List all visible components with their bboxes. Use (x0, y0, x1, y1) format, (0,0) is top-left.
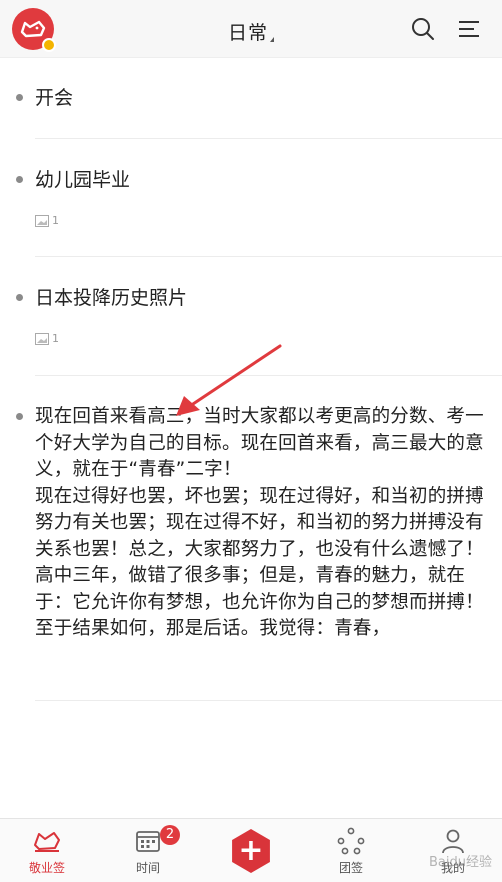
note-item[interactable]: 开会 (0, 58, 502, 139)
note-title: 开会 (35, 87, 74, 109)
nav-item-notes[interactable]: 敬业签 (12, 827, 82, 876)
attachment-indicator: 1 (35, 332, 59, 345)
note-paragraph: 高中三年，做错了很多事；但是，青春的魅力，就在于：它允许你有梦想，也允许你为自己… (35, 565, 484, 639)
menu-icon[interactable] (456, 16, 482, 42)
team-icon (337, 827, 365, 855)
note-bullet (16, 413, 23, 420)
annotation-arrow (176, 344, 282, 416)
note-item[interactable]: 幼儿园毕业 1 (0, 139, 502, 257)
caret-down-icon (270, 37, 274, 42)
note-bullet (16, 94, 23, 101)
attachment-indicator: 1 (35, 214, 59, 227)
page-title[interactable]: 日常 (228, 22, 268, 44)
note-bullet (16, 176, 23, 183)
watermark: Baidu经验 (429, 855, 492, 870)
divider (35, 700, 502, 701)
image-icon (35, 214, 49, 227)
nav-label: 团签 (338, 861, 363, 875)
note-title: 幼儿园毕业 (35, 169, 131, 191)
nav-label: 敬业签 (28, 861, 65, 875)
search-icon[interactable] (410, 16, 436, 42)
note-body: 现在回首来看高三，当时大家都以考更高的分数、考一个好大学为自己的目标。现在回首来… (35, 404, 485, 643)
bottom-nav: 敬业签 时间 2 + 团签 我的 Baidu经验 (0, 818, 502, 882)
add-icon: + (238, 833, 264, 868)
attachment-count: 1 (52, 214, 59, 227)
note-bullet (16, 294, 23, 301)
note-icon (34, 832, 60, 852)
note-item[interactable]: 现在回首来看高三，当时大家都以考更高的分数、考一个好大学为自己的目标。现在回首来… (0, 376, 502, 701)
attachment-count: 1 (52, 332, 59, 345)
image-icon (35, 332, 49, 345)
note-paragraph: 现在过得好也罢，坏也罢；现在过得好，和当初的拼搏努力有关也罢；现在过得不好，和当… (35, 485, 484, 560)
calendar-icon (136, 831, 160, 852)
add-note-button[interactable]: + (232, 829, 270, 873)
app-header: 日常 (0, 0, 502, 58)
notification-badge: 2 (160, 825, 180, 845)
note-title: 日本投降历史照片 (35, 287, 188, 309)
nav-label: 时间 (135, 861, 160, 875)
nav-item-team[interactable]: 团签 (316, 827, 386, 876)
